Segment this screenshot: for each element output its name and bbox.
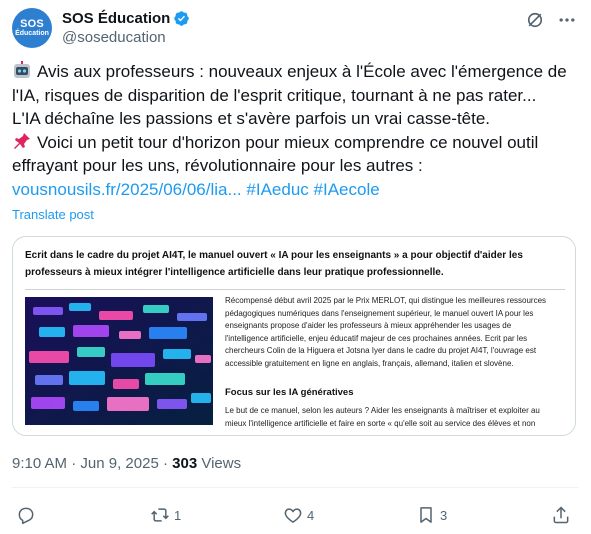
avatar-text-line2: Éducation bbox=[15, 29, 49, 37]
repost-icon bbox=[151, 508, 169, 522]
meta-separator: · bbox=[71, 455, 77, 472]
card-divider bbox=[25, 289, 565, 290]
views-count: 303 bbox=[172, 455, 198, 472]
display-name[interactable]: SOS Éducation bbox=[62, 10, 170, 27]
hashtag-iaecole[interactable]: #IAecole bbox=[314, 180, 380, 199]
card-section-line: Le but de ce manuel, selon les auteurs ?… bbox=[225, 406, 540, 415]
share-icon bbox=[553, 506, 569, 524]
card-section-line: mieux l'intelligence artificielle et fai… bbox=[225, 418, 536, 428]
tweet-text-line: l'IA, risques de disparition de l'esprit… bbox=[12, 85, 537, 105]
action-bar: 1 4 3 bbox=[0, 500, 591, 530]
reply-button[interactable] bbox=[16, 500, 40, 530]
share-button[interactable] bbox=[551, 500, 571, 530]
card-body-line: l'intelligence artificielle, enjeu éduca… bbox=[225, 333, 528, 343]
card-body-line: enseignants propose d'aider les professe… bbox=[225, 321, 512, 330]
tweet-line-4: Voici un petit tour d'horizon pour mieux… bbox=[12, 131, 582, 155]
tweet-line-3: L'IA déchaîne les passions et s'avère pa… bbox=[12, 107, 582, 131]
tweet-time[interactable]: 9:10 AM bbox=[12, 455, 67, 472]
actions-divider bbox=[12, 487, 579, 488]
card-body: Récompensé début avril 2025 par le Prix … bbox=[225, 295, 565, 370]
card-intro-line: professeurs à mieux intégrer l'intellige… bbox=[25, 267, 444, 278]
card-section-body: Le but de ce manuel, selon les auteurs ?… bbox=[225, 405, 565, 430]
bookmark-count: 3 bbox=[440, 507, 448, 523]
card-image bbox=[25, 297, 213, 425]
card-intro: Ecrit dans le cadre du projet AI4T, le m… bbox=[25, 247, 565, 281]
tweet-text-line: Avis aux professeurs : nouveaux enjeux à… bbox=[37, 62, 567, 81]
tweet-line-2: l'IA, risques de disparition de l'esprit… bbox=[12, 84, 582, 108]
verified-badge-icon[interactable] bbox=[173, 10, 190, 27]
tweet-link[interactable]: vousnousils.fr/2025/06/06/lia... bbox=[12, 180, 242, 199]
like-count: 4 bbox=[307, 507, 315, 523]
pushpin-emoji-icon bbox=[14, 132, 30, 149]
tweet-header: SOS Éducation SOS Éducation @soseducatio… bbox=[12, 8, 579, 48]
card-section-heading: Focus sur les IA génératives bbox=[225, 387, 354, 398]
author-names: SOS Éducation @soseducation bbox=[62, 8, 190, 48]
tweet-text-line: L'IA déchaîne les passions et s'avère pa… bbox=[12, 109, 491, 128]
tweet-text-line: effrayant pour les uns, révolutionnaire … bbox=[12, 156, 423, 175]
tweet-line-5: effrayant pour les uns, révolutionnaire … bbox=[12, 154, 582, 178]
meta-separator: · bbox=[162, 455, 168, 472]
robot-emoji-icon bbox=[14, 61, 30, 78]
tweet-line-1: Avis aux professeurs : nouveaux enjeux à… bbox=[12, 60, 582, 84]
translate-post-link[interactable]: Translate post bbox=[12, 207, 94, 222]
card-body-line: accessible gratuitement en ligne en angl… bbox=[225, 358, 514, 368]
tweet-meta: 9:10 AM · Jun 9, 2025 · 303 Views bbox=[12, 455, 241, 472]
tweet-line-6: vousnousils.fr/2025/06/06/lia... #IAeduc… bbox=[12, 178, 582, 202]
bookmark-button[interactable]: 3 bbox=[416, 500, 447, 530]
tweet-date[interactable]: Jun 9, 2025 bbox=[80, 455, 158, 472]
hashtag-iaeduc[interactable]: #IAeduc bbox=[246, 180, 308, 199]
bookmark-icon bbox=[420, 507, 432, 523]
tweet-text: Avis aux professeurs : nouveaux enjeux à… bbox=[12, 60, 582, 201]
more-options-icon[interactable] bbox=[557, 10, 577, 30]
repost-count: 1 bbox=[174, 507, 182, 523]
avatar[interactable]: SOS Éducation bbox=[12, 8, 52, 48]
repost-button[interactable]: 1 bbox=[150, 500, 181, 530]
tweet-text-line: Voici un petit tour d'horizon pour mieux… bbox=[37, 132, 539, 152]
views-label: Views bbox=[201, 455, 242, 472]
grok-icon[interactable] bbox=[525, 10, 545, 30]
like-button[interactable]: 4 bbox=[283, 500, 314, 530]
link-preview-card[interactable]: Ecrit dans le cadre du projet AI4T, le m… bbox=[12, 236, 576, 436]
card-body-line: pédagogiques numériques dans l'enseignem… bbox=[225, 308, 534, 318]
card-body-line: chercheurs Colin de la Higuera et Jotsna… bbox=[225, 346, 537, 355]
reply-icon bbox=[18, 507, 34, 525]
avatar-text-line1: SOS bbox=[20, 17, 44, 30]
handle[interactable]: @soseducation bbox=[62, 28, 190, 48]
heart-icon bbox=[284, 508, 302, 523]
card-body-line: Récompensé début avril 2025 par le Prix … bbox=[225, 296, 547, 305]
card-intro-line: Ecrit dans le cadre du projet AI4T, le m… bbox=[25, 250, 523, 261]
